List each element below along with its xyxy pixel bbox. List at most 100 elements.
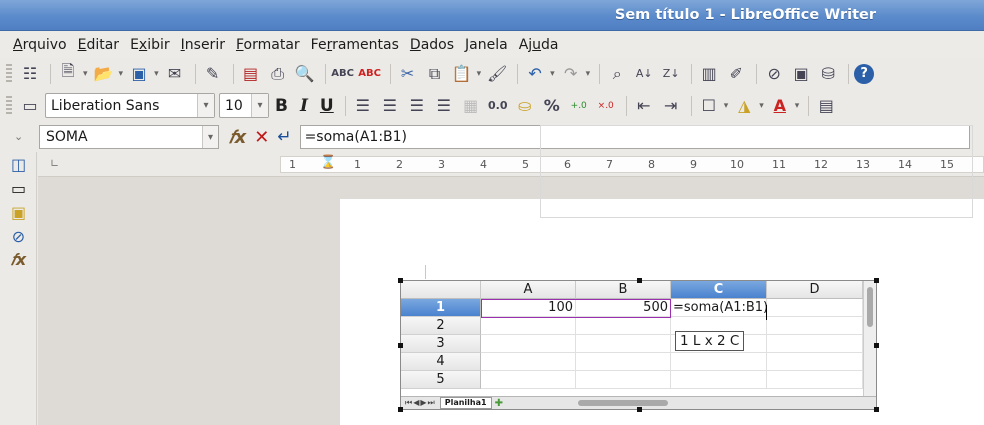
autospellcheck-icon[interactable]: ABC	[358, 62, 382, 86]
row-header[interactable]: 3	[401, 335, 481, 353]
copy-icon[interactable]: ⧉	[423, 62, 447, 86]
toolbar-grip[interactable]	[6, 95, 12, 116]
menu-exibir[interactable]: Exibir	[130, 37, 170, 53]
sort-descending-icon[interactable]: Z↓	[659, 62, 683, 86]
help-icon[interactable]: ?	[854, 63, 875, 84]
cell-c5[interactable]	[671, 371, 767, 389]
sheet-navigation-icons[interactable]: ⏮◀▶⏭	[405, 398, 436, 408]
cell-d5[interactable]	[767, 371, 863, 389]
cancel-icon[interactable]: ✕	[254, 127, 269, 148]
bold-button[interactable]: B	[275, 96, 288, 116]
functions-panel-icon[interactable]: 𝑓x	[0, 248, 37, 272]
menu-ferramentas[interactable]: Ferramentas	[311, 37, 399, 53]
menu-ajuda[interactable]: Ajuda	[519, 37, 559, 53]
resize-handle[interactable]	[874, 278, 879, 283]
navigator-icon[interactable]: ⊘	[762, 62, 786, 86]
gallery-icon[interactable]: ▣	[789, 62, 813, 86]
font-name-dropdown-icon[interactable]: ▾	[197, 94, 214, 117]
email-icon[interactable]: ✉	[163, 62, 187, 86]
sort-ascending-icon[interactable]: A↓	[632, 62, 656, 86]
number-format-button[interactable]: 0.0	[486, 94, 510, 118]
vertical-scrollbar[interactable]	[863, 281, 876, 396]
new-document-icon[interactable]: 🗎	[56, 61, 80, 86]
navigator-panel-icon[interactable]: ⊘	[0, 224, 37, 248]
column-header-c[interactable]: C	[671, 281, 767, 299]
font-color-icon[interactable]: A	[768, 94, 792, 118]
add-decimal-icon[interactable]: +.0	[567, 94, 591, 118]
menu-arquivo[interactable]: Arquivo	[13, 37, 67, 53]
add-sheet-icon[interactable]: ✚	[495, 398, 503, 409]
resize-handle[interactable]	[398, 407, 403, 412]
menu-janela[interactable]: Janela	[465, 37, 508, 53]
select-all-corner[interactable]	[401, 281, 481, 299]
name-box[interactable]: SOMA ▾	[39, 125, 219, 149]
edit-file-icon[interactable]: ✎	[201, 62, 225, 86]
clone-format-icon[interactable]: 🖌	[485, 62, 509, 86]
toolbar-grip[interactable]	[6, 63, 12, 84]
styles-panel-icon[interactable]: ▭	[0, 176, 37, 200]
increase-indent-icon[interactable]: ⇥	[659, 94, 683, 118]
save-icon[interactable]: ▣	[127, 62, 151, 86]
paste-icon[interactable]: 📋	[450, 62, 474, 86]
italic-button[interactable]: I	[300, 96, 308, 116]
cell-b5[interactable]	[576, 371, 671, 389]
background-color-icon[interactable]: ◮	[732, 94, 756, 118]
toolbar-options-icon[interactable]: ☷	[18, 62, 42, 86]
menu-dados[interactable]: Dados	[410, 37, 454, 53]
function-wizard-icon[interactable]: 𝑓x	[229, 127, 246, 148]
menu-formatar[interactable]: Formatar	[236, 37, 300, 53]
sheet-toggle-icon[interactable]: ◫	[0, 152, 37, 176]
font-size-dropdown-icon[interactable]: ▾	[251, 94, 268, 117]
find-replace-icon[interactable]: ⌕	[605, 62, 629, 86]
cell-b2[interactable]	[576, 317, 671, 335]
delete-decimal-icon[interactable]: ×.0	[594, 94, 618, 118]
decrease-indent-icon[interactable]: ⇤	[632, 94, 656, 118]
sidebar-toggle-icon[interactable]: ▤	[814, 94, 838, 118]
row-header[interactable]: 1	[401, 299, 481, 317]
align-center-icon[interactable]: ☰	[378, 94, 402, 118]
resize-handle[interactable]	[398, 278, 403, 283]
open-folder-icon[interactable]: 📂	[92, 62, 116, 86]
column-header-b[interactable]: B	[576, 281, 671, 299]
cell-d2[interactable]	[767, 317, 863, 335]
resize-handle[interactable]	[637, 278, 642, 283]
align-right-icon[interactable]: ☰	[405, 94, 429, 118]
column-header-a[interactable]: A	[481, 281, 576, 299]
scrollbar-thumb[interactable]	[867, 287, 873, 327]
cell-c4[interactable]	[671, 353, 767, 371]
row-header[interactable]: 2	[401, 317, 481, 335]
cell-a4[interactable]	[481, 353, 576, 371]
cell-d4[interactable]	[767, 353, 863, 371]
accept-icon[interactable]: ↵	[277, 127, 291, 147]
justify-icon[interactable]: ☰	[432, 94, 456, 118]
align-left-icon[interactable]: ☰	[351, 94, 375, 118]
horizontal-scrollbar[interactable]	[577, 400, 668, 406]
row-header[interactable]: 4	[401, 353, 481, 371]
sheet-tab[interactable]: Planilha1	[439, 397, 492, 409]
cell-d3[interactable]	[767, 335, 863, 353]
row-header[interactable]: 5	[401, 371, 481, 389]
resize-handle[interactable]	[637, 407, 642, 412]
formula-bar-handle-icon[interactable]: ⌄	[14, 130, 23, 143]
spellcheck-icon[interactable]: ABC	[331, 62, 355, 86]
cell-a2[interactable]	[481, 317, 576, 335]
tab-stop-icon[interactable]: ∟	[50, 157, 59, 170]
styles-icon[interactable]: ▭	[18, 94, 42, 118]
resize-handle[interactable]	[398, 343, 403, 348]
column-header-d[interactable]: D	[767, 281, 863, 299]
resize-handle[interactable]	[874, 407, 879, 412]
embedded-spreadsheet[interactable]: A B C D 1 100 500 =soma(A1:B1) 2 3 4 5 ⏮…	[398, 278, 879, 412]
font-name-combo[interactable]: Liberation Sans ▾	[45, 93, 215, 118]
name-box-dropdown-icon[interactable]: ▾	[202, 126, 218, 148]
borders-icon[interactable]: ☐	[697, 94, 721, 118]
font-size-combo[interactable]: 10 ▾	[219, 93, 269, 118]
merge-cells-icon[interactable]: ▦	[459, 94, 483, 118]
cell-a3[interactable]	[481, 335, 576, 353]
menu-editar[interactable]: Editar	[78, 37, 119, 53]
percent-button[interactable]: %	[540, 94, 564, 118]
export-pdf-icon[interactable]: ▤	[239, 62, 263, 86]
undo-icon[interactable]: ↶	[523, 62, 547, 86]
cell-d1[interactable]	[767, 299, 863, 317]
draw-functions-icon[interactable]: ✐	[724, 62, 748, 86]
cell-b3[interactable]	[576, 335, 671, 353]
